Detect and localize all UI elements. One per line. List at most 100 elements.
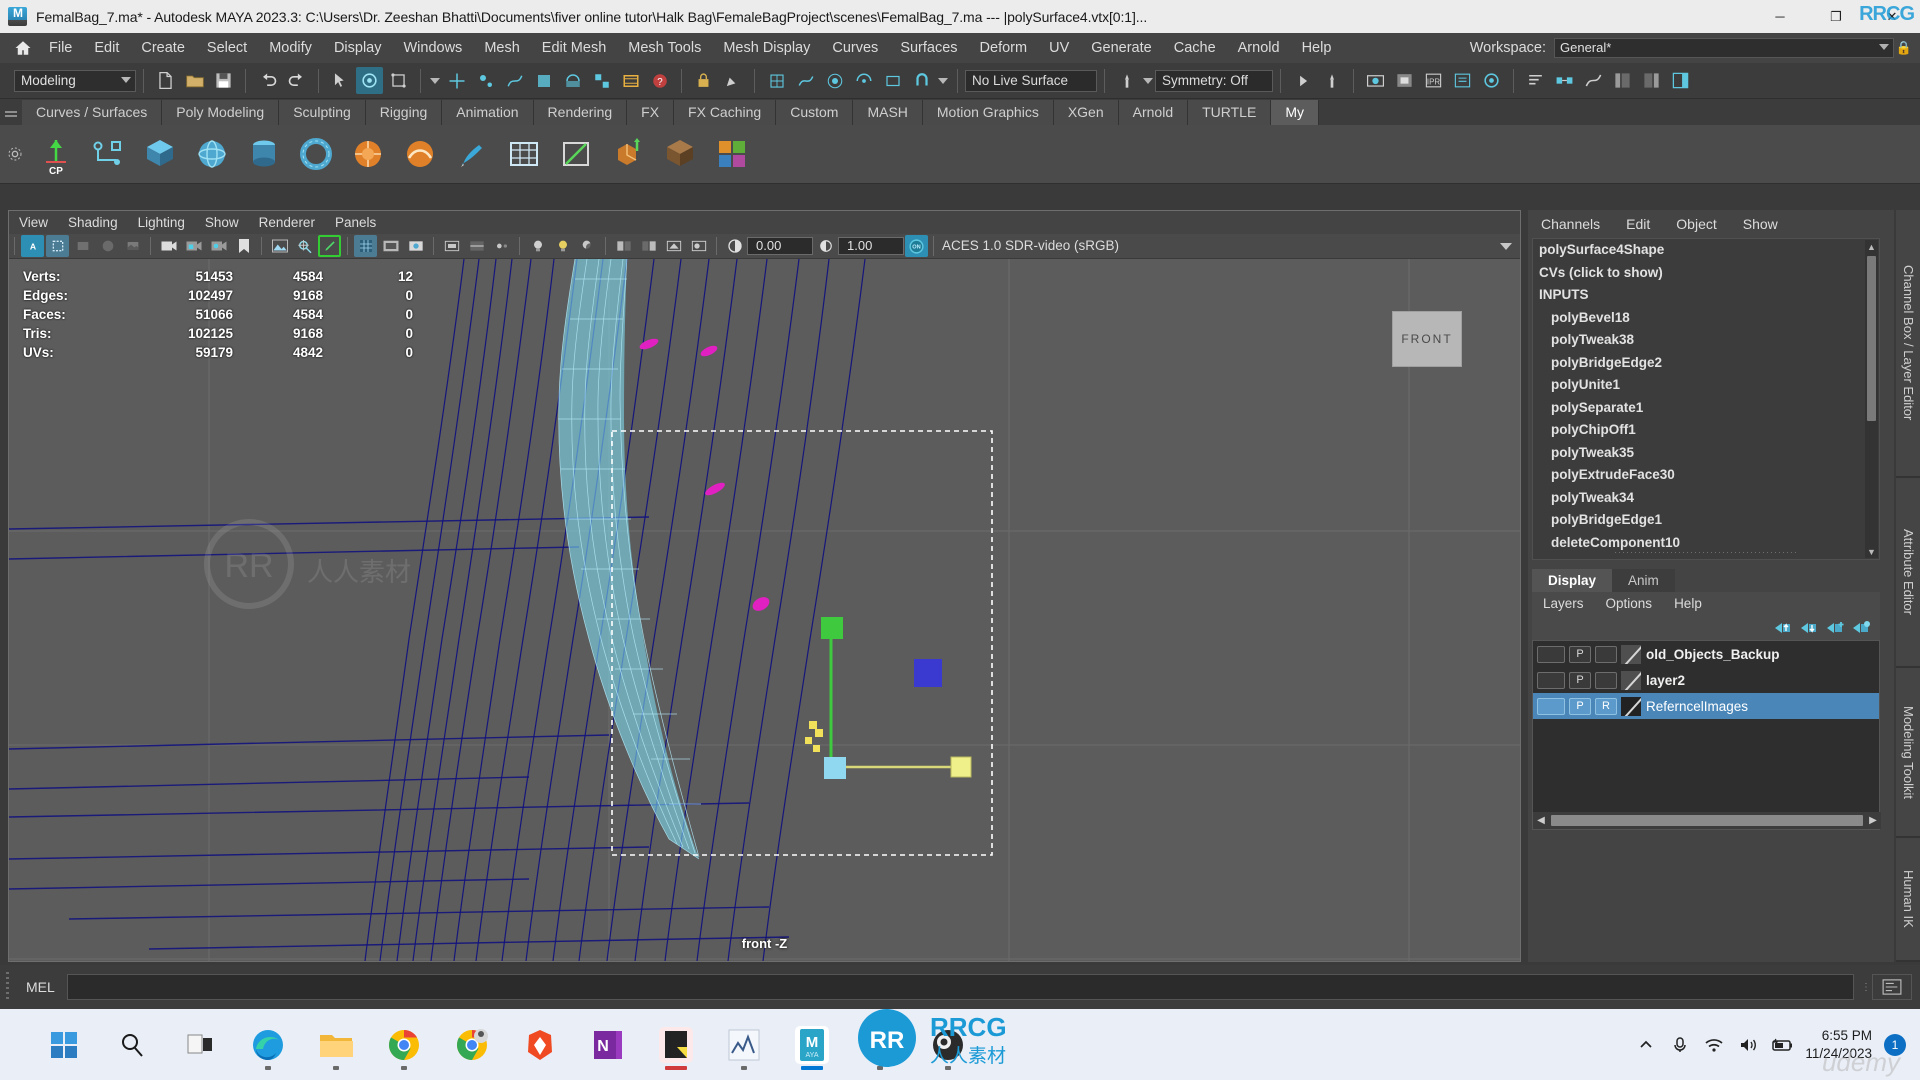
move-layer-down-icon[interactable] [1796,617,1822,639]
minimize-button[interactable]: ─ [1752,0,1808,33]
tab-display[interactable]: Display [1532,569,1613,592]
menu-create[interactable]: Create [130,33,196,63]
ipr-render-icon[interactable]: IPR [1420,67,1447,94]
onenote-icon[interactable]: N [579,1016,637,1074]
menu-arnold[interactable]: Arnold [1227,33,1291,63]
render-current-frame-icon[interactable] [1391,67,1418,94]
sidebar-toggle-icon[interactable] [1667,67,1694,94]
menu-mesh[interactable]: Mesh [473,33,530,63]
default-light-icon[interactable] [526,235,549,257]
mel-command-input[interactable] [66,974,1854,1000]
file-explorer-icon[interactable] [307,1016,365,1074]
lock-icon[interactable]: 🔒 [1894,40,1914,56]
channel-box-scrollbar[interactable]: ▲ ▼ [1865,240,1878,558]
layer-list[interactable]: P old_Objects_Backup P layer2 P R Refern… [1532,640,1881,830]
script-editor-button[interactable] [1872,974,1912,1000]
select-by-object-type-icon[interactable] [356,67,383,94]
shelf-tab-curves-surfaces[interactable]: Curves / Surfaces [22,100,163,125]
shelf-item-combine[interactable] [709,131,755,177]
snap-to-curve-icon[interactable] [792,67,819,94]
layers-menu[interactable]: Layers [1532,592,1595,616]
redo-button[interactable] [283,67,310,94]
graph-editor-icon[interactable] [1580,67,1607,94]
move-layer-up-icon[interactable] [1770,617,1796,639]
shelf-item-grid-tool[interactable] [501,131,547,177]
vtab-human-ik[interactable]: Human IK [1896,838,1920,962]
menu-edit-mesh[interactable]: Edit Mesh [531,33,617,63]
gear-icon[interactable] [0,146,30,162]
live-surface-field[interactable]: No Live Surface [965,69,1097,92]
motion-blur-icon[interactable] [637,235,660,257]
layer-row[interactable]: P old_Objects_Backup [1533,641,1879,667]
snap-to-view-plane-icon[interactable] [879,67,906,94]
symmetry-field[interactable]: Symmetry: Off [1155,69,1273,92]
shelf-item-poly-cylinder[interactable] [241,131,287,177]
layer-display-type-toggle[interactable] [1595,645,1617,663]
mask-dynamics-icon[interactable] [588,67,615,94]
command-line-grip[interactable] [0,965,14,1009]
shelf-item-extrude[interactable] [605,131,651,177]
sticky-notes-icon[interactable] [647,1016,705,1074]
select-by-hierarchy-icon[interactable] [327,67,354,94]
render-view-icon[interactable] [1362,67,1389,94]
layer-playback-toggle[interactable]: P [1569,645,1591,663]
channel-item[interactable]: CVs (click to show) [1533,262,1879,285]
magnet-snap-icon[interactable] [908,67,935,94]
outliner-icon[interactable] [1522,67,1549,94]
image-plane-icon[interactable] [268,235,291,257]
whatsapp-icon[interactable]: 13 [851,1016,909,1074]
scroll-up-icon[interactable]: ▲ [1865,240,1878,253]
channel-item[interactable]: polyBridgeEdge2 [1533,352,1879,375]
layer-playback-toggle[interactable]: P [1569,697,1591,715]
film-gate-icon[interactable] [379,235,402,257]
select-by-component-type-icon[interactable] [385,67,412,94]
layer-color-swatch[interactable] [1621,696,1641,716]
shelf-tab-sculpting[interactable]: Sculpting [279,100,366,125]
task-view-icon[interactable] [171,1016,229,1074]
menu-mesh-tools[interactable]: Mesh Tools [617,33,712,63]
edge-icon[interactable] [239,1016,297,1074]
shelf-tab-xgen[interactable]: XGen [1053,100,1119,125]
shelf-tab-poly-modeling[interactable]: Poly Modeling [162,100,280,125]
shelf-tab-animation[interactable]: Animation [442,100,534,125]
channelbox-menu-edit[interactable]: Edit [1613,210,1663,238]
shelf-tab-mash[interactable]: MASH [853,100,923,125]
shelf-item-poly-torus[interactable] [293,131,339,177]
gamma-icon[interactable] [814,235,837,257]
workspace-dropdown[interactable]: General* [1554,38,1894,58]
menu-modify[interactable]: Modify [258,33,323,63]
shelf-grip-handle[interactable] [0,99,22,125]
menu-deform[interactable]: Deform [969,33,1039,63]
scrollbar-thumb[interactable] [1867,256,1876,421]
menu-windows[interactable]: Windows [392,33,473,63]
layer-visibility-toggle[interactable] [1537,645,1565,663]
channel-box-list[interactable]: polySurface4Shape CVs (click to show) IN… [1532,238,1880,560]
depth-of-field-icon[interactable] [687,235,710,257]
shelf-item-poly-cube[interactable] [137,131,183,177]
shelf-tab-rigging[interactable]: Rigging [365,100,443,125]
layer-name[interactable]: ReferncelImages [1646,699,1748,714]
camera-settings-icon[interactable] [207,235,230,257]
open-scene-button[interactable] [181,67,208,94]
view-orientation-cube[interactable]: FRONT [1392,311,1462,367]
shelf-item-paint-tool[interactable] [449,131,495,177]
tab-anim[interactable]: Anim [1612,569,1675,592]
mask-rendering-icon[interactable] [617,67,644,94]
layer-color-swatch[interactable] [1621,670,1641,690]
shelf-item-poly-sphere[interactable] [189,131,235,177]
mask-deformations-icon[interactable] [559,67,586,94]
wifi-icon[interactable] [1697,1025,1731,1065]
snap-to-point-icon[interactable] [821,67,848,94]
construction-history-icon[interactable] [1318,67,1345,94]
bookmark-icon[interactable] [232,235,255,257]
gamma-value[interactable]: 1.00 [838,237,904,255]
highlight-selection-icon[interactable] [719,67,746,94]
wireframe-shading-icon[interactable] [71,235,94,257]
channel-item[interactable]: polyBridgeEdge1 [1533,509,1879,532]
channel-item[interactable]: polyTweak38 [1533,329,1879,352]
textured-shade-icon[interactable] [121,235,144,257]
layer-name[interactable]: layer2 [1646,673,1685,688]
new-layer-from-selected-icon[interactable] [1848,617,1874,639]
mask-surfaces-icon[interactable] [530,67,557,94]
shelf-tab-my[interactable]: My [1271,100,1319,125]
